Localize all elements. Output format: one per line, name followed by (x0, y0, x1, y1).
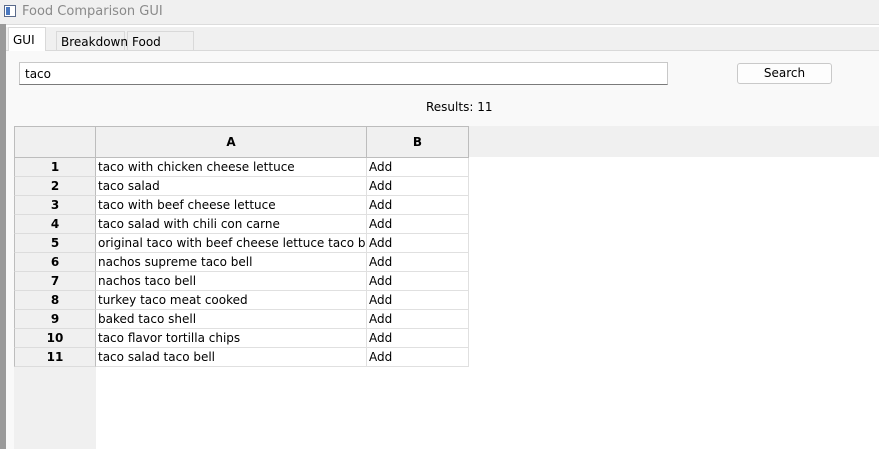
row-header[interactable]: 3 (14, 196, 96, 215)
food-name-cell[interactable]: taco with chicken cheese lettuce (96, 158, 367, 177)
food-name-cell[interactable]: turkey taco meat cooked (96, 291, 367, 310)
add-cell[interactable]: Add (367, 291, 469, 310)
row-header[interactable]: 7 (14, 272, 96, 291)
row-header[interactable]: 4 (14, 215, 96, 234)
tab-breakdown[interactable]: Breakdown (56, 31, 128, 51)
search-button[interactable]: Search (737, 63, 832, 84)
row-header[interactable]: 9 (14, 310, 96, 329)
food-name-cell[interactable]: nachos supreme taco bell (96, 253, 367, 272)
row-header[interactable]: 1 (14, 158, 96, 177)
row-header[interactable]: 8 (14, 291, 96, 310)
add-cell[interactable]: Add (367, 329, 469, 348)
add-cell[interactable]: Add (367, 158, 469, 177)
row-header[interactable]: 5 (14, 234, 96, 253)
column-header-a[interactable]: A (96, 126, 367, 158)
add-cell[interactable]: Add (367, 272, 469, 291)
row-header[interactable]: 6 (14, 253, 96, 272)
food-name-cell[interactable]: taco salad with chili con carne (96, 215, 367, 234)
row-header[interactable]: 11 (14, 348, 96, 367)
search-input[interactable] (19, 62, 668, 85)
tab-food-wars[interactable]: Food Wars (127, 31, 194, 63)
add-cell[interactable]: Add (367, 215, 469, 234)
food-name-cell[interactable]: taco flavor tortilla chips (96, 329, 367, 348)
food-name-cell[interactable]: original taco with beef cheese lettuce t… (96, 234, 367, 253)
add-cell[interactable]: Add (367, 348, 469, 367)
add-cell[interactable]: Add (367, 310, 469, 329)
add-cell[interactable]: Add (367, 177, 469, 196)
add-cell[interactable]: Add (367, 196, 469, 215)
food-name-cell[interactable]: nachos taco bell (96, 272, 367, 291)
column-header-b[interactable]: B (367, 126, 469, 158)
row-header[interactable]: 10 (14, 329, 96, 348)
food-name-cell[interactable]: baked taco shell (96, 310, 367, 329)
add-cell[interactable]: Add (367, 234, 469, 253)
food-name-cell[interactable]: taco salad (96, 177, 367, 196)
app-window-icon (4, 5, 16, 17)
food-name-cell[interactable]: taco salad taco bell (96, 348, 367, 367)
food-name-cell[interactable]: taco with beef cheese lettuce (96, 196, 367, 215)
tab-bar: GUI Breakdown Food Wars (6, 27, 879, 63)
title-bar: Food Comparison GUI (0, 0, 879, 25)
row-header[interactable]: 2 (14, 177, 96, 196)
window-title: Food Comparison GUI (22, 4, 163, 19)
tab-gui[interactable]: GUI (8, 27, 46, 51)
table-corner-button[interactable] (14, 126, 96, 158)
results-count: Results: 11 (426, 100, 493, 114)
add-cell[interactable]: Add (367, 253, 469, 272)
